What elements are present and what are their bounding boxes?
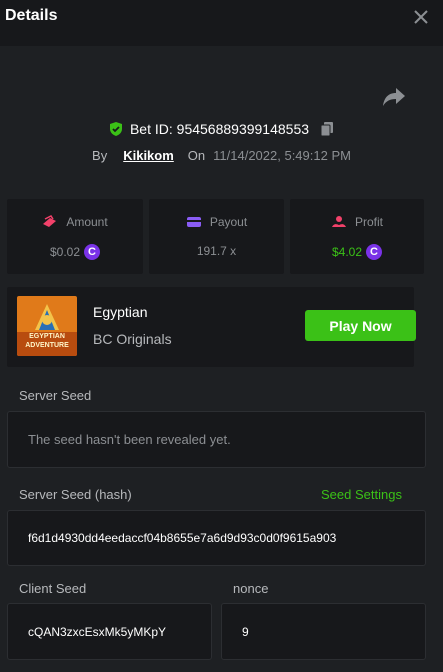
client-seed-value: cQAN3zxcEsxMk5yMKpY	[28, 624, 167, 639]
bet-date: 11/14/2022, 5:49:12 PM	[213, 147, 351, 163]
amount-value: $0.02	[49, 245, 81, 259]
thumbnail-text-2: ADVENTURE	[25, 342, 69, 349]
server-seed-text: The seed hasn't been revealed yet.	[28, 432, 231, 447]
game-thumbnail[interactable]: EGYPTIAN ADVENTURE	[17, 296, 77, 356]
server-seed-hash-value: f6d1d4930dd4eedaccf04b8655e7a6d9d93c0d0f…	[28, 531, 337, 545]
seed-settings-link[interactable]: Seed Settings	[321, 487, 402, 502]
page-title: Details	[5, 7, 58, 24]
bet-meta-row: By Kikikom On 11/14/2022, 5:49:12 PM	[0, 145, 443, 165]
payout-icon	[186, 217, 201, 227]
game-provider: BC Originals	[93, 331, 172, 347]
server-seed-hash-label: Server Seed (hash)	[19, 487, 132, 502]
server-seed-field: The seed hasn't been revealed yet.	[7, 411, 426, 468]
amount-label: Amount	[66, 215, 108, 229]
payout-value: 191.7 x	[196, 244, 237, 258]
bet-id-text: Bet ID: 95456889399148553	[129, 121, 310, 137]
game-card: EGYPTIAN ADVENTURE Egyptian BC Originals…	[7, 287, 416, 367]
on-label: On	[187, 147, 206, 163]
thumbnail-text-1: EGYPTIAN	[29, 333, 65, 340]
profit-value: $4.02	[331, 245, 363, 259]
coin-icon: C	[366, 244, 383, 260]
payout-stat: Payout 191.7 x	[149, 199, 284, 274]
profit-icon	[331, 216, 346, 227]
amount-stat: Amount $0.02 C	[7, 199, 143, 274]
play-now-button[interactable]: Play Now	[305, 310, 416, 341]
details-header: Details	[0, 0, 443, 46]
profit-stat: Profit $4.02 C	[290, 199, 424, 274]
copy-icon[interactable]	[319, 121, 335, 137]
nonce-value: 9	[242, 624, 249, 639]
client-seed-label: Client Seed	[19, 581, 87, 596]
nonce-label: nonce	[233, 581, 269, 596]
shield-check-icon	[109, 122, 122, 136]
payout-label: Payout	[209, 215, 248, 229]
server-seed-label: Server Seed	[19, 388, 92, 403]
game-name: Egyptian	[93, 304, 148, 320]
profit-label: Profit	[354, 215, 383, 229]
client-seed-field[interactable]: cQAN3zxcEsxMk5yMKpY	[7, 603, 212, 660]
bet-id-row: Bet ID: 95456889399148553	[0, 118, 443, 140]
close-icon[interactable]	[412, 8, 430, 26]
coin-icon: C	[84, 244, 101, 260]
server-seed-hash-field[interactable]: f6d1d4930dd4eedaccf04b8655e7a6d9d93c0d0f…	[7, 510, 426, 566]
username-link[interactable]: Kikikom	[123, 148, 174, 163]
share-icon[interactable]	[382, 86, 406, 108]
amount-icon	[43, 215, 57, 227]
nonce-field[interactable]: 9	[221, 603, 426, 660]
by-label: By	[92, 147, 108, 163]
